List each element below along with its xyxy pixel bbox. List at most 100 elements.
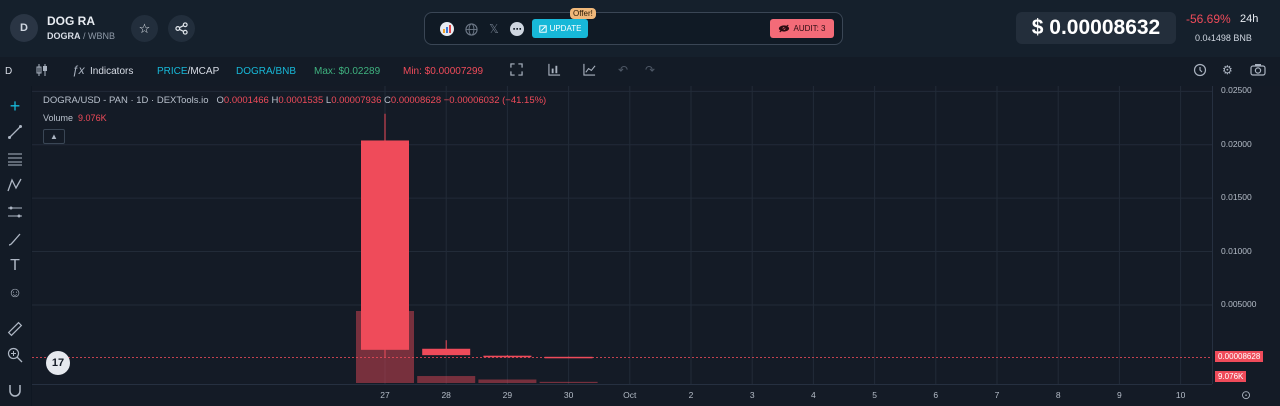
emoji-icon[interactable]: ☺ <box>6 283 24 301</box>
x-tick-label: 10 <box>1175 390 1186 400</box>
website-icon[interactable] <box>464 22 478 36</box>
audit-label: AUDIT: 3 <box>793 24 826 33</box>
high-value: 0.0001535 <box>278 95 324 106</box>
candlestick-chart[interactable] <box>32 86 1212 384</box>
last-price-badge: 0.00008628 <box>1215 351 1264 363</box>
ruler-icon[interactable] <box>6 320 24 338</box>
trend-line-icon[interactable] <box>6 123 24 141</box>
candle-body <box>422 348 471 356</box>
update-button[interactable]: UPDATE <box>532 19 588 38</box>
bnb-digits: 1498 <box>1210 33 1231 43</box>
undo-icon[interactable]: ↶ <box>618 63 628 77</box>
redo-icon[interactable]: ↷ <box>645 63 655 77</box>
crosshair-icon[interactable]: + <box>6 96 24 116</box>
candle-body <box>361 140 409 350</box>
collapse-legend-button[interactable]: ▲ <box>43 129 65 144</box>
max-price-label: Max: $0.02289 <box>314 66 381 77</box>
ohlc-legend: DOGRA/USD - PAN · 1D · DEXTools.io O 0.00… <box>43 95 546 106</box>
token-header: D DOG RA DOGRA / WBNB ☆ 𝕏 ⋯ UPDATE Offer… <box>0 0 1280 57</box>
star-icon: ☆ <box>138 20 151 36</box>
volume-bar <box>478 379 537 383</box>
indicators-button[interactable]: Indicators <box>90 66 133 77</box>
compare-chart-icon[interactable] <box>548 63 561 79</box>
x-tick-label: 30 <box>563 390 574 400</box>
volume-value: 9.076K <box>78 113 107 123</box>
zoom-in-icon[interactable] <box>6 346 24 364</box>
x-twitter-icon[interactable]: 𝕏 <box>487 22 501 36</box>
axis-settings-icon: ⊙ <box>1240 388 1252 402</box>
tradingview-logo[interactable]: 17 <box>46 351 70 375</box>
price-toggle-label: PRICE <box>157 66 188 77</box>
chart-title: DOGRA/USD - PAN · 1D · DEXTools.io <box>43 95 209 106</box>
update-label: UPDATE <box>549 24 582 33</box>
axis-settings-button[interactable]: ⊙ <box>1212 384 1280 406</box>
volume-label: Volume <box>43 113 74 123</box>
fullscreen-icon[interactable] <box>510 63 523 79</box>
token-links-bar: 𝕏 ⋯ UPDATE Offer! AUDIT: 3 <box>424 8 843 45</box>
bnb-prefix: 0.0 <box>1195 33 1208 43</box>
chart-pane[interactable]: DOGRA/USD - PAN · 1D · DEXTools.io O 0.00… <box>32 86 1212 384</box>
change-timeframe: 24h <box>1240 13 1259 25</box>
chart-toolbar: D ƒx Indicators PRICE/MCAP DOGRA/BNB Max… <box>0 57 1280 86</box>
x-tick-label: 6 <box>933 390 939 400</box>
open-label: O <box>216 95 224 106</box>
x-tick-label: 28 <box>441 390 451 400</box>
fib-retracement-icon[interactable] <box>6 150 24 168</box>
candle-body <box>483 355 532 358</box>
token-pair: DOGRA / WBNB <box>47 31 116 41</box>
x-tick-label: Oct <box>623 390 637 400</box>
brush-icon[interactable] <box>6 230 24 248</box>
y-tick-label: 0.02000 <box>1221 138 1252 149</box>
y-tick-label: 0.02500 <box>1221 85 1252 96</box>
offer-badge[interactable]: Offer! <box>570 8 596 19</box>
token-name: DOG RA <box>47 14 95 28</box>
price-axis[interactable]: 0.02500 0.02000 0.01500 0.01000 0.005000 0.00… <box>1212 85 1280 384</box>
more-links-icon[interactable]: ⋯ <box>510 22 524 36</box>
edit-icon <box>538 24 547 33</box>
x-tick-label: 7 <box>994 390 1000 400</box>
camera-icon[interactable] <box>1250 63 1266 79</box>
drawing-tools-sidebar: + T ☺ <box>0 86 31 406</box>
x-tick-label: 27 <box>380 390 390 400</box>
volume-bar <box>417 376 476 383</box>
y-tick-label: 0.005000 <box>1221 298 1257 309</box>
last-volume-badge: 9.076K <box>1215 371 1247 382</box>
time-axis[interactable]: 27 28 29 30 Oct 2 3 4 5 6 7 8 9 10 <box>32 384 1212 406</box>
alert-clock-icon[interactable] <box>1193 63 1207 80</box>
line-chart-icon[interactable] <box>583 63 596 79</box>
text-tool-icon[interactable]: T <box>6 257 24 275</box>
price-change: -56.69% <box>1186 12 1231 26</box>
mcap-toggle-label: /MCAP <box>187 66 220 77</box>
x-tick-label: 8 <box>1055 390 1061 400</box>
pair-quote-left: DOGRA/ <box>236 66 276 77</box>
close-value: 0.00008628 <box>390 95 442 106</box>
volume-legend: Volume 9.076K <box>43 113 107 123</box>
favorite-button[interactable]: ☆ <box>131 15 158 42</box>
change-value: −0.00006032 (−41.15%) <box>443 95 547 106</box>
x-tick-label: 5 <box>872 390 877 400</box>
token-quote: WBNB <box>88 31 116 41</box>
price-mcap-toggle[interactable]: PRICE/MCAP <box>157 66 219 77</box>
interval-button[interactable]: D <box>5 66 12 77</box>
x-tick-label: 4 <box>811 390 816 400</box>
candle-body <box>544 356 593 359</box>
low-value: 0.00007936 <box>331 95 382 106</box>
volume-bar <box>539 381 598 383</box>
token-symbol: DOGRA <box>47 31 81 41</box>
prediction-icon[interactable] <box>6 203 24 221</box>
token-avatar: D <box>10 14 38 42</box>
pattern-icon[interactable] <box>6 176 24 194</box>
pair-quote-toggle[interactable]: DOGRA/BNB <box>236 66 296 77</box>
audit-button[interactable]: AUDIT: 3 <box>770 19 834 38</box>
bnb-price: 0.041498 BNB <box>1195 33 1252 43</box>
token-price: $ 0.00008632 <box>1016 12 1176 44</box>
share-button[interactable] <box>168 15 195 42</box>
eye-slash-icon <box>779 24 790 33</box>
x-tick-label: 9 <box>1117 390 1122 400</box>
candle-type-icon[interactable] <box>36 63 48 80</box>
magnet-icon[interactable] <box>6 382 24 400</box>
settings-gear-icon[interactable]: ⚙ <box>1222 63 1233 77</box>
indicators-icon[interactable]: ƒx <box>72 63 85 77</box>
chart-logo-icon[interactable] <box>440 22 454 36</box>
bnb-unit: BNB <box>1233 33 1252 43</box>
